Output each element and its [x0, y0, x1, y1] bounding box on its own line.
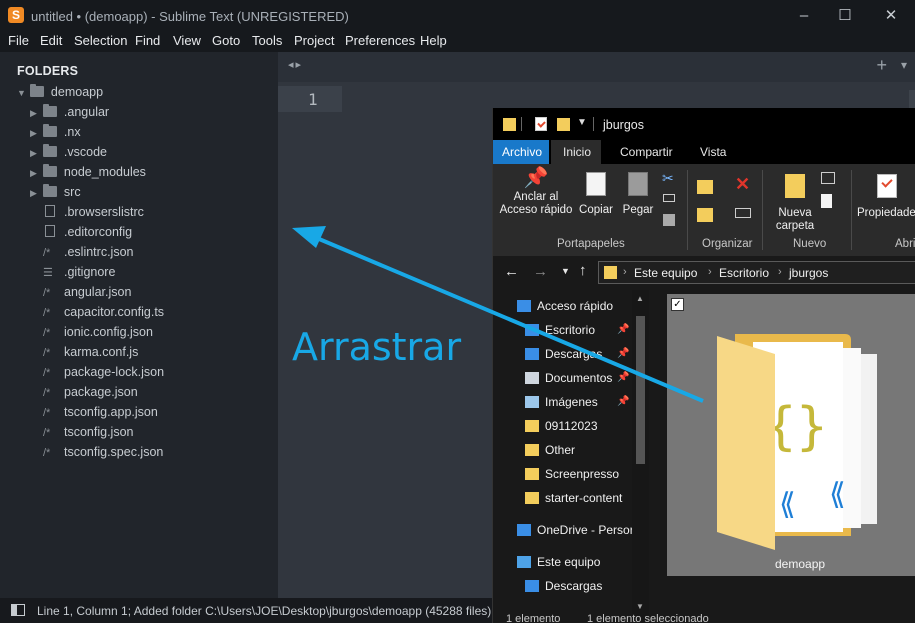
screen: S untitled • (demoapp) - Sublime Text (U… [0, 0, 915, 623]
drag-arrow-head [292, 226, 326, 248]
drag-annotation-text: Arrastrar [292, 325, 462, 369]
drag-arrow-line [311, 234, 704, 403]
drag-arrow-annotation [292, 226, 704, 403]
